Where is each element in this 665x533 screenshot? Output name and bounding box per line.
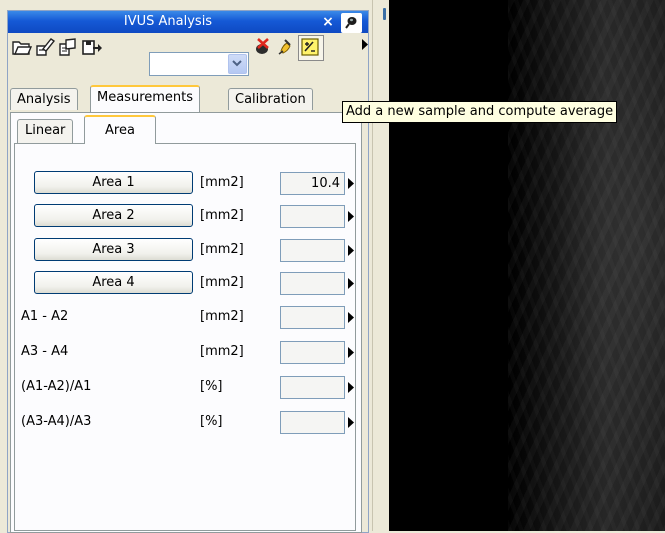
area-page: Area 1 [mm2] 10.4 Area 2 [mm2] Area 3 [m… xyxy=(14,143,356,531)
app-window: IVUS Analysis × Analysis Measurements Ca… xyxy=(0,0,665,533)
splitter-grip[interactable] xyxy=(383,8,386,20)
area-1-button[interactable]: Area 1 xyxy=(34,171,193,194)
image-viewer[interactable] xyxy=(388,0,665,531)
list-item: Area 2 [mm2] xyxy=(15,204,354,230)
a3-ratio-label: (A3-A4)/A3 xyxy=(21,414,92,429)
a3-minus-a4-label: A3 - A4 xyxy=(21,344,69,359)
list-item: (A3-A4)/A3 [%] xyxy=(15,410,354,436)
unit-label: [mm2] xyxy=(200,275,244,290)
ivus-analysis-panel: IVUS Analysis × Analysis Measurements Ca… xyxy=(7,10,369,533)
arrow-right-icon[interactable] xyxy=(348,278,354,289)
area-4-value[interactable] xyxy=(280,272,345,295)
list-item: Area 1 [mm2] 10.4 xyxy=(15,171,354,197)
list-item: A1 - A2 [mm2] xyxy=(15,305,354,331)
a3-minus-a4-value[interactable] xyxy=(280,341,345,364)
area-3-value[interactable] xyxy=(280,239,345,262)
delete-sample-icon[interactable] xyxy=(252,36,274,58)
list-item: (A1-A2)/A1 [%] xyxy=(15,375,354,401)
area-2-button[interactable]: Area 2 xyxy=(34,204,193,227)
chevron-down-icon[interactable] xyxy=(228,54,247,74)
more-chevron-icon[interactable] xyxy=(362,39,368,54)
main-tabs: Analysis Measurements Calibration xyxy=(10,85,350,112)
a3-ratio-value[interactable] xyxy=(280,411,345,434)
unit-label: [%] xyxy=(200,414,223,429)
arrow-right-icon[interactable] xyxy=(348,245,354,256)
tab-analysis[interactable]: Analysis xyxy=(10,88,78,110)
area-2-value[interactable] xyxy=(280,205,345,228)
toolbar xyxy=(8,35,368,76)
subtab-linear[interactable]: Linear xyxy=(17,119,74,143)
unit-label: [%] xyxy=(200,379,223,394)
pin-icon[interactable] xyxy=(341,13,362,33)
ivus-image xyxy=(508,0,665,531)
unit-label: [mm2] xyxy=(200,208,244,223)
add-sample-icon[interactable] xyxy=(298,35,324,61)
arrow-right-icon[interactable] xyxy=(348,312,354,323)
tooltip: Add a new sample and compute average xyxy=(342,101,618,123)
tab-calibration[interactable]: Calibration xyxy=(228,88,313,110)
unit-label: [mm2] xyxy=(200,242,244,257)
tab-measurements[interactable]: Measurements xyxy=(90,85,201,112)
arrow-right-icon[interactable] xyxy=(348,347,354,358)
a1-minus-a2-value[interactable] xyxy=(280,306,345,329)
save-icon[interactable] xyxy=(57,36,79,58)
sample-combo-value xyxy=(154,56,224,72)
list-item: Area 4 [mm2] xyxy=(15,271,354,297)
compute-icon[interactable] xyxy=(275,36,297,58)
unit-label: [mm2] xyxy=(200,175,244,190)
arrow-right-icon[interactable] xyxy=(348,382,354,393)
unit-label: [mm2] xyxy=(200,309,244,324)
arrow-right-icon[interactable] xyxy=(348,211,354,222)
area-4-button[interactable]: Area 4 xyxy=(34,271,193,294)
close-icon[interactable]: × xyxy=(319,13,337,31)
area-3-button[interactable]: Area 3 xyxy=(34,238,193,261)
a1-ratio-label: (A1-A2)/A1 xyxy=(21,379,92,394)
export-icon[interactable] xyxy=(80,36,102,58)
a1-ratio-value[interactable] xyxy=(280,376,345,399)
a1-minus-a2-label: A1 - A2 xyxy=(21,309,69,324)
sample-combo[interactable] xyxy=(149,52,249,76)
subtab-area[interactable]: Area xyxy=(84,115,156,144)
area-1-value[interactable]: 10.4 xyxy=(280,172,345,195)
dock-splitter[interactable] xyxy=(372,0,389,531)
list-item: Area 3 [mm2] xyxy=(15,238,354,264)
panel-titlebar[interactable]: IVUS Analysis × xyxy=(8,11,368,33)
open-folder-icon[interactable] xyxy=(11,36,33,58)
measurements-page: Linear Area Area 1 [mm2] 10.4 Area 2 [mm… xyxy=(10,112,362,533)
unit-label: [mm2] xyxy=(200,344,244,359)
panel-title: IVUS Analysis xyxy=(123,14,213,29)
edit-save-icon[interactable] xyxy=(34,36,56,58)
arrow-right-icon[interactable] xyxy=(348,417,354,428)
list-item: A3 - A4 [mm2] xyxy=(15,340,354,366)
arrow-right-icon[interactable] xyxy=(348,178,354,189)
